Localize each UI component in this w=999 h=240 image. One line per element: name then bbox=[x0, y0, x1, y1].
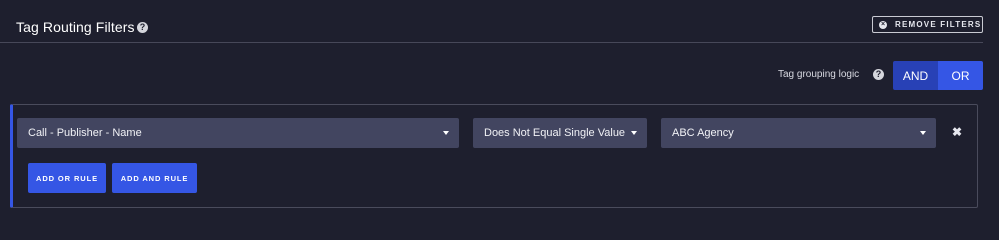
value-select[interactable]: ABC Agency bbox=[661, 118, 936, 148]
grouping-logic-label: Tag grouping logic bbox=[778, 69, 860, 80]
field-select-value: Call - Publisher - Name bbox=[28, 127, 142, 139]
add-and-rule-button[interactable]: ADD AND RULE bbox=[112, 163, 197, 193]
remove-filters-label: REMOVE FILTERS bbox=[895, 20, 982, 29]
value-select-value: ABC Agency bbox=[672, 127, 734, 139]
chevron-down-icon bbox=[631, 131, 637, 135]
remove-filters-button[interactable]: × REMOVE FILTERS bbox=[872, 16, 983, 33]
chevron-down-icon bbox=[443, 131, 449, 135]
add-or-rule-button[interactable]: ADD OR RULE bbox=[28, 163, 106, 193]
filters-header: Tag Routing Filters ? × REMOVE FILTERS bbox=[0, 0, 999, 43]
grouping-help-icon[interactable]: ? bbox=[873, 69, 884, 80]
chevron-down-icon bbox=[920, 131, 926, 135]
grouping-logic-toggle: AND OR bbox=[893, 61, 983, 90]
help-icon[interactable]: ? bbox=[137, 22, 148, 33]
remove-circle-icon: × bbox=[879, 20, 887, 29]
grouping-or-option[interactable]: OR bbox=[938, 61, 983, 90]
operator-select-value: Does Not Equal Single Value bbox=[484, 127, 626, 139]
header-divider bbox=[0, 42, 983, 43]
field-select[interactable]: Call - Publisher - Name bbox=[17, 118, 459, 148]
page-title: Tag Routing Filters bbox=[16, 19, 135, 35]
grouping-and-option[interactable]: AND bbox=[893, 61, 938, 90]
delete-rule-icon[interactable]: ✖ bbox=[952, 126, 962, 138]
operator-select[interactable]: Does Not Equal Single Value bbox=[473, 118, 647, 148]
